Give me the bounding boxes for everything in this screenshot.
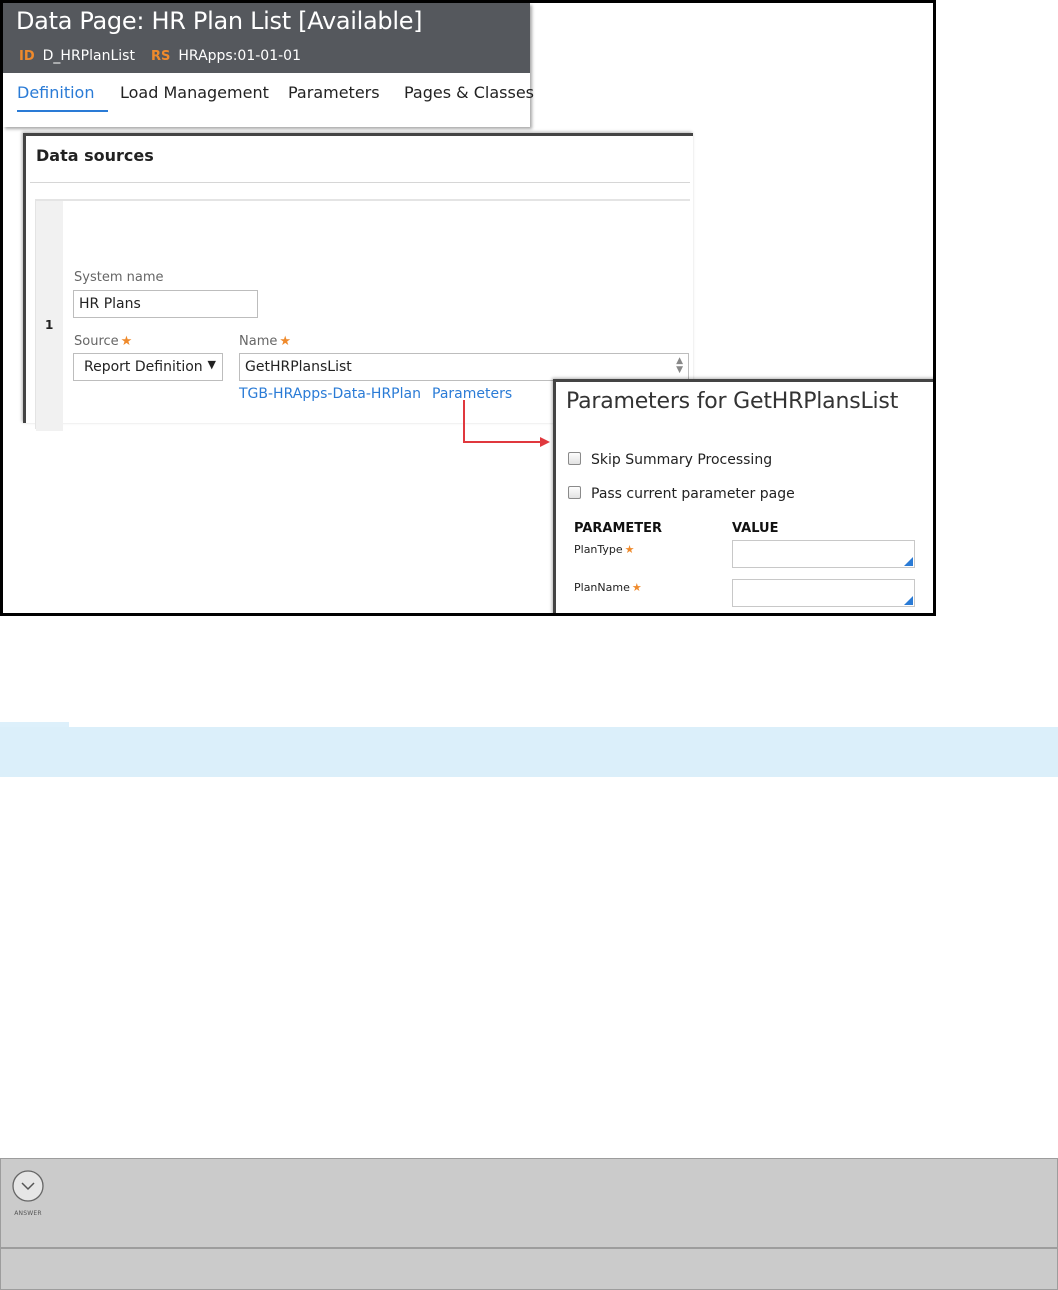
smartprompt-corner-icon[interactable] <box>904 596 913 605</box>
name-input[interactable]: GetHRPlansList ▲ ▼ <box>239 353 689 381</box>
param-planname-label: PlanName ★ <box>574 581 642 594</box>
name-label: Name ★ <box>239 334 291 349</box>
rs-tag: RS <box>151 49 171 64</box>
data-page-header: Data Page: HR Plan List [Available] ID D_… <box>3 3 534 127</box>
source-select-value: Report Definition <box>84 359 203 375</box>
param-name: PlanName <box>574 581 630 594</box>
tab-bar: Definition Load Management Parameters Pa… <box>3 73 534 121</box>
param-plantype-label: PlanType ★ <box>574 543 635 556</box>
tab-load-management[interactable]: Load Management <box>120 83 269 110</box>
answer-label: ANSWER <box>14 1210 42 1217</box>
ruleset: RS HRApps:01-01-01 <box>151 48 301 64</box>
parameter-column-header: PARAMETER <box>574 521 663 536</box>
class-link[interactable]: TGB-HRApps-Data-HRPlan <box>239 386 421 402</box>
parameters-panel-title: Parameters for GetHRPlansList <box>566 389 899 414</box>
skip-summary-checkbox[interactable] <box>568 452 581 465</box>
system-name-label: System name <box>74 270 164 285</box>
tab-definition[interactable]: Definition <box>17 83 109 112</box>
param-plantype-input[interactable] <box>732 540 915 568</box>
checkbox-label: Skip Summary Processing <box>591 452 773 468</box>
row-number: 1 <box>45 318 54 332</box>
answer-toggle-button[interactable]: ANSWER <box>11 1169 45 1217</box>
smartprompt-corner-icon[interactable] <box>904 557 913 566</box>
checkbox-label: Pass current parameter page <box>591 486 795 502</box>
data-page-titlebar: Data Page: HR Plan List [Available] ID D_… <box>3 3 530 73</box>
divider <box>30 182 690 183</box>
rs-value: HRApps:01-01-01 <box>178 48 301 64</box>
id-tag: ID <box>19 49 35 64</box>
chevron-down-circle-icon[interactable] <box>11 1169 45 1203</box>
value-column-header: VALUE <box>732 521 779 536</box>
data-sources-title: Data sources <box>36 146 154 165</box>
required-icon: ★ <box>120 334 133 349</box>
pass-param-page-checkbox-row[interactable]: Pass current parameter page <box>568 486 795 502</box>
pass-param-page-checkbox[interactable] <box>568 486 581 499</box>
required-icon: ★ <box>631 581 642 594</box>
system-name-input[interactable]: HR Plans <box>73 290 258 318</box>
source-label-text: Source <box>74 334 119 349</box>
source-label: Source ★ <box>74 334 132 349</box>
screenshot-frame: Data Page: HR Plan List [Available] ID D_… <box>0 0 936 616</box>
tab-parameters[interactable]: Parameters <box>288 83 380 110</box>
param-planname-input[interactable] <box>732 579 915 607</box>
info-band <box>0 727 1058 777</box>
callout-arrow-icon <box>463 400 550 447</box>
tab-pages-classes[interactable]: Pages & Classes <box>404 83 534 110</box>
required-icon: ★ <box>624 543 635 556</box>
answer-divider <box>1 1247 1058 1249</box>
name-input-value: GetHRPlansList <box>245 359 352 375</box>
required-icon: ★ <box>279 334 292 349</box>
param-name: PlanType <box>574 543 623 556</box>
answer-box: ANSWER <box>0 1158 1058 1290</box>
skip-summary-checkbox-row[interactable]: Skip Summary Processing <box>568 452 772 468</box>
row-gutter: 1 <box>36 201 63 431</box>
name-label-text: Name <box>239 334 278 349</box>
source-select[interactable]: Report Definition ▼ <box>73 353 223 381</box>
parameters-panel: Parameters for GetHRPlansList Skip Summa… <box>553 379 933 613</box>
caret-down-icon: ▼ <box>207 358 216 371</box>
autocomplete-spinner-icon[interactable]: ▲ ▼ <box>676 357 683 375</box>
id-value: D_HRPlanList <box>42 48 135 64</box>
data-page-title: Data Page: HR Plan List [Available] <box>16 7 423 35</box>
rule-id: ID D_HRPlanList <box>19 48 135 64</box>
